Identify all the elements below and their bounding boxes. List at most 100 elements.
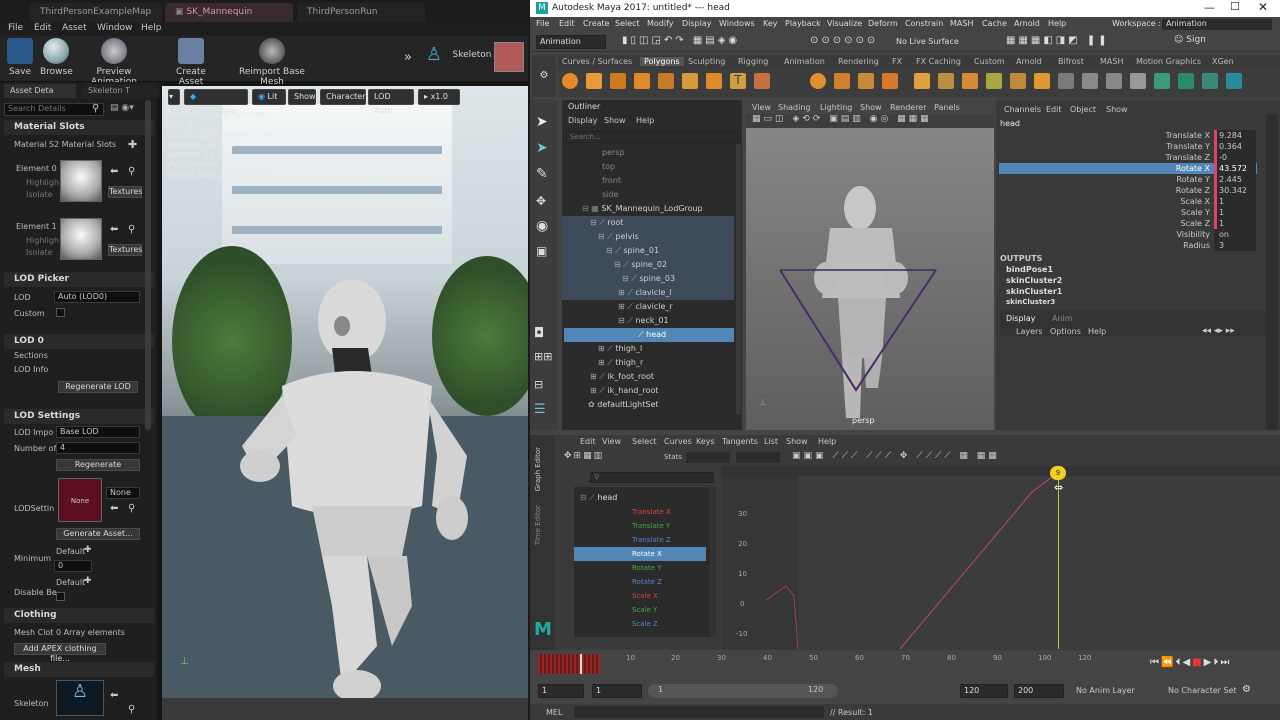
attribute-editor-side-tabs[interactable] <box>1266 114 1278 430</box>
channel-rotate-y[interactable]: Rotate Y 2.445 <box>1116 174 1256 185</box>
graph-menu-keys[interactable]: Keys <box>696 437 715 446</box>
details-scrollbar[interactable] <box>145 100 151 430</box>
live-surface-label[interactable]: No Live Surface <box>896 37 959 46</box>
multi-cut-icon[interactable] <box>986 73 1002 89</box>
browse-button[interactable]: Browse <box>40 38 73 77</box>
poly-sphere-icon[interactable] <box>562 73 578 89</box>
perspective-button[interactable]: ◆ Perspective <box>184 89 248 115</box>
highlight-checkbox-label[interactable]: Highligh <box>26 178 59 187</box>
viewport-panel-toolbar[interactable]: ▦▭◫ ◈⟲⟳ ▣▤▥ ◉◎ ▦▦▦ <box>746 114 994 128</box>
menu-file[interactable]: File <box>8 23 23 33</box>
mel-input[interactable] <box>574 706 824 718</box>
browse-material-icon[interactable]: ⚲ <box>128 224 135 235</box>
outliner-item-default-light-set[interactable]: ✿ defaultLightSet <box>588 398 659 412</box>
sign-in-button[interactable]: ☺ Sign <box>1174 35 1234 49</box>
channel-value[interactable]: 30.342 <box>1214 185 1256 196</box>
channel-value[interactable]: 43.572 <box>1214 163 1256 174</box>
outliner-item-ik-hand-root[interactable]: ⊞ ⟋ ik_hand_root <box>590 384 658 398</box>
channel-menu-show[interactable]: Show <box>1106 105 1128 114</box>
section-lod-0[interactable]: LOD 0 <box>4 334 154 349</box>
outliner-item-persp[interactable]: persp <box>602 146 625 160</box>
shelf-tab-fx[interactable]: FX <box>892 57 902 66</box>
skeleton-mode-icon[interactable]: ♙ <box>420 44 448 65</box>
menu-select[interactable]: Select <box>615 19 640 28</box>
create-asset-button[interactable]: Create Asset <box>165 38 217 87</box>
maya-viewport[interactable]: View Shading Lighting Show Renderer Pane… <box>746 100 994 430</box>
ue-viewport[interactable]: ⊥ <box>162 86 528 720</box>
details-search-input[interactable]: Search Details <box>4 103 104 116</box>
smooth-icon[interactable] <box>858 73 874 89</box>
outliner-item-neck-01[interactable]: ⊟ ⟋ neck_01 <box>618 314 669 328</box>
character-button[interactable]: Character <box>320 89 366 105</box>
arrow-left-icon[interactable]: ⬅ <box>110 224 118 235</box>
menu-key[interactable]: Key <box>763 19 778 28</box>
add-material-slot-icon[interactable]: ✚ <box>128 138 137 151</box>
mesh-mode-icon[interactable] <box>494 42 524 72</box>
poly-svg-icon[interactable] <box>754 73 770 89</box>
viewport-menu-show[interactable]: Show <box>860 103 882 112</box>
channel-value[interactable]: 9.284 <box>1214 130 1256 141</box>
section-material-slots[interactable]: Material Slots <box>4 120 154 135</box>
tab-sk-mannequin[interactable]: ▣ SK_Mannequin <box>165 3 293 22</box>
shelf-tab-rigging[interactable]: Rigging <box>738 57 768 66</box>
output-node[interactable]: bindPose1 <box>1006 265 1053 274</box>
channel-menu-edit[interactable]: Edit <box>1046 105 1062 114</box>
outliner-item-spine-03[interactable]: ⊟ ⟋ spine_03 <box>622 272 675 286</box>
output-node[interactable]: skinCluster1 <box>1006 287 1062 296</box>
combine-icon[interactable] <box>810 73 826 89</box>
graph-outliner-scrollbar[interactable] <box>710 487 716 637</box>
channel-translate-y[interactable]: Translate Y 0.364 <box>1116 141 1256 152</box>
section-clothing[interactable]: Clothing <box>4 608 154 623</box>
arrow-left-icon[interactable]: ⬅ <box>110 690 118 701</box>
paint-select-icon[interactable]: ✎ <box>536 166 548 182</box>
outliner-item-front[interactable]: front <box>602 174 621 188</box>
sculpt-icon[interactable] <box>1226 73 1242 89</box>
channel-scale-x[interactable]: Scale X 1 <box>1116 196 1256 207</box>
tab-asset-details[interactable]: Asset Deta <box>4 84 76 98</box>
graph-menu-show[interactable]: Show <box>786 437 808 446</box>
poly-cone-icon[interactable] <box>634 73 650 89</box>
graph-item-translate-z[interactable]: Translate Z <box>632 533 671 547</box>
skeleton-thumbnail[interactable]: ♙ <box>56 680 104 716</box>
layer-tab-anim[interactable]: Anim <box>1052 314 1073 323</box>
outliner-menu-help[interactable]: Help <box>636 116 654 125</box>
maximize-icon[interactable]: ☐ <box>1230 0 1240 13</box>
go-to-end-icon[interactable]: ⏭ <box>1220 657 1231 668</box>
output-node[interactable]: skinCluster2 <box>1006 276 1062 285</box>
channel-value[interactable]: 1 <box>1214 207 1256 218</box>
outliner-item-pelvis[interactable]: ⊟ ⟋ pelvis <box>598 230 639 244</box>
shelf-tab-rendering[interactable]: Rendering <box>838 57 879 66</box>
menu-playback[interactable]: Playback <box>785 19 821 28</box>
minimum-lod-input[interactable]: 0 <box>54 560 92 572</box>
menu-windows[interactable]: Windows <box>719 19 755 28</box>
layer-tab-display[interactable]: Display <box>1006 314 1036 323</box>
save-button[interactable]: Save <box>6 38 34 77</box>
mirror-icon[interactable] <box>1154 73 1170 89</box>
uv-automatic-icon[interactable] <box>1106 73 1122 89</box>
fill-hole-icon[interactable] <box>1034 73 1050 89</box>
menu-edit[interactable]: Edit <box>559 19 575 28</box>
character-set-dropdown[interactable]: No Character Set <box>1168 686 1237 695</box>
stop-icon[interactable]: ■ <box>1192 657 1203 668</box>
menu-help[interactable]: Help <box>1048 19 1066 28</box>
outliner-item-thigh-r[interactable]: ⊞ ⟋ thigh_r <box>598 356 643 370</box>
menu-modify[interactable]: Modify <box>647 19 674 28</box>
menu-visualize[interactable]: Visualize <box>827 19 862 28</box>
separate-icon[interactable] <box>834 73 850 89</box>
time-editor-side-tab[interactable]: Time Editor <box>534 505 542 545</box>
reimport-base-mesh-button[interactable]: Reimport Base Mesh <box>232 38 312 87</box>
tab-third-person-example-map[interactable]: ThirdPersonExampleMap <box>30 3 162 22</box>
outliner-item-lod-group[interactable]: ⊟ ▦ SK_Mannequin_LodGroup <box>582 202 703 216</box>
browse-asset-icon[interactable]: ⚲ <box>128 503 135 514</box>
outliner-item-side[interactable]: side <box>602 188 618 202</box>
stats-field[interactable] <box>736 452 780 463</box>
graph-item-scale-z[interactable]: Scale Z <box>632 617 658 631</box>
menu-edit[interactable]: Edit <box>34 23 51 33</box>
poly-disc-icon[interactable] <box>706 73 722 89</box>
lod-dropdown[interactable]: Auto (LOD0) <box>54 291 140 303</box>
outliner-item-root[interactable]: ⊟ ⟋ root <box>590 216 623 230</box>
uv-editor-icon[interactable] <box>1058 73 1074 89</box>
snap-icons[interactable]: ⊙⊙⊙⊙⊙⊙ <box>810 35 890 49</box>
menu-help[interactable]: Help <box>141 23 162 33</box>
regenerate-lod-button[interactable]: Regenerate LOD <box>58 381 138 393</box>
